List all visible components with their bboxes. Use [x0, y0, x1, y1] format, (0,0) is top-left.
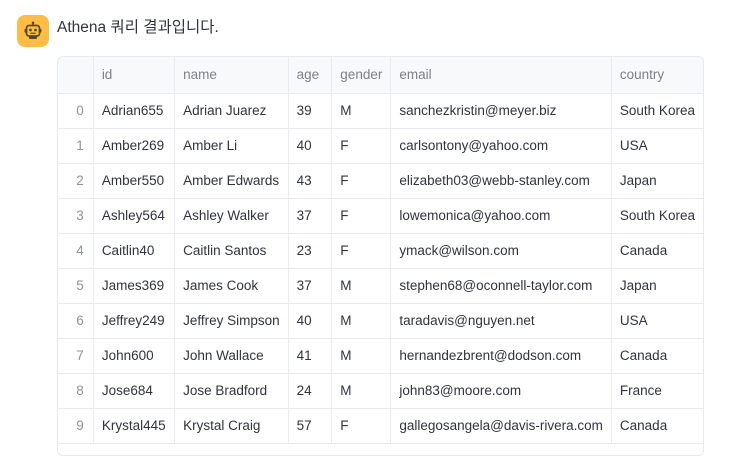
data-table: id name age gender email country 0 Adrian… [58, 57, 703, 444]
cell-id[interactable]: James369 [93, 268, 176, 304]
cell-id[interactable]: Jeffrey249 [93, 303, 176, 339]
cell-name[interactable]: Krystal Craig [174, 408, 289, 444]
assistant-avatar [17, 15, 49, 47]
table-row: 0 Adrian655 Adrian Juarez 39 Msanchezkristin… [58, 93, 703, 129]
cell-age[interactable]: 40 [288, 303, 333, 339]
cell-id[interactable]: Adrian655 [93, 93, 176, 129]
cell-country[interactable]: South Korea [611, 198, 703, 234]
cell-email[interactable]: hernandezbrent@dodson.com [390, 338, 612, 374]
cell-id[interactable]: Amber550 [93, 163, 176, 199]
cell-id[interactable]: Caitlin40 [93, 233, 176, 269]
table-row: 6 Jeffrey249 Jeffrey Simpson 40 Mtaradavis@n… [58, 303, 703, 339]
row-index-cell[interactable]: 6 [58, 303, 94, 339]
table-row: 1 Amber269 Amber Li 40 Fcarlsontony@yahoo.co… [58, 128, 703, 164]
cell-gender[interactable]: F [331, 163, 392, 199]
column-header-country[interactable]: country [611, 57, 703, 94]
cell-age[interactable]: 23 [288, 233, 333, 269]
table-row: 3 Ashley564 Ashley Walker 37 Flowemonica@yah… [58, 198, 703, 234]
cell-gender[interactable]: F [331, 233, 392, 269]
column-header-gender[interactable]: gender [331, 57, 392, 94]
cell-id[interactable]: Ashley564 [93, 198, 176, 234]
cell-name[interactable]: Jose Bradford [174, 373, 289, 409]
row-index-cell[interactable]: 9 [58, 408, 94, 444]
cell-email[interactable]: stephen68@oconnell-taylor.com [390, 268, 612, 304]
column-header-age[interactable]: age [288, 57, 333, 94]
cell-name[interactable]: Adrian Juarez [174, 93, 289, 129]
cell-country[interactable]: South Korea [611, 93, 703, 129]
cell-age[interactable]: 43 [288, 163, 333, 199]
cell-email[interactable]: john83@moore.com [390, 373, 612, 409]
cell-name[interactable]: Amber Li [174, 128, 289, 164]
cell-country[interactable]: Canada [611, 233, 703, 269]
cell-country[interactable]: Japan [611, 163, 703, 199]
cell-age[interactable]: 40 [288, 128, 333, 164]
cell-email[interactable]: ymack@wilson.com [390, 233, 612, 269]
cell-email[interactable]: elizabeth03@webb-stanley.com [390, 163, 612, 199]
cell-age[interactable]: 24 [288, 373, 333, 409]
cell-country[interactable]: USA [611, 303, 703, 339]
cell-name[interactable]: Ashley Walker [174, 198, 289, 234]
cell-country[interactable]: Canada [611, 408, 703, 444]
cell-id[interactable]: Krystal445 [93, 408, 176, 444]
table-row: 8 Jose684 Jose Bradford 24 Mjohn83@moore.com… [58, 373, 703, 409]
cell-name[interactable]: James Cook [174, 268, 289, 304]
cell-name[interactable]: Caitlin Santos [174, 233, 289, 269]
cell-email[interactable]: lowemonica@yahoo.com [390, 198, 612, 234]
column-header-id[interactable]: id [93, 57, 176, 94]
cell-age[interactable]: 37 [288, 268, 333, 304]
cell-email[interactable]: taradavis@nguyen.net [390, 303, 612, 339]
cell-age[interactable]: 37 [288, 198, 333, 234]
cell-gender[interactable]: M [331, 303, 392, 339]
cell-gender[interactable]: F [331, 408, 392, 444]
row-index-cell[interactable]: 5 [58, 268, 94, 304]
cell-name[interactable]: Jeffrey Simpson [174, 303, 289, 339]
row-index-cell[interactable]: 2 [58, 163, 94, 199]
row-index-cell[interactable]: 3 [58, 198, 94, 234]
cell-id[interactable]: Jose684 [93, 373, 176, 409]
robot-icon [24, 21, 42, 39]
cell-gender[interactable]: F [331, 128, 392, 164]
cell-name[interactable]: Amber Edwards [174, 163, 289, 199]
cell-country[interactable]: France [611, 373, 703, 409]
cell-gender[interactable]: M [331, 268, 392, 304]
table-row: 5 James369 James Cook 37 Mstephen68@oconnell… [58, 268, 703, 304]
table-row: 9 Krystal445 Krystal Craig 57 Fgallegosangel… [58, 408, 703, 444]
dataframe[interactable]: id name age gender email country 0 Adrian… [57, 56, 704, 456]
column-header-index[interactable] [58, 57, 94, 94]
row-index-cell[interactable]: 1 [58, 128, 94, 164]
cell-id[interactable]: Amber269 [93, 128, 176, 164]
column-header-email[interactable]: email [390, 57, 612, 94]
table-row: 4 Caitlin40 Caitlin Santos 23 Fymack@wilson.… [58, 233, 703, 269]
row-index-cell[interactable]: 0 [58, 93, 94, 129]
cell-country[interactable]: Japan [611, 268, 703, 304]
row-index-cell[interactable]: 7 [58, 338, 94, 374]
cell-country[interactable]: USA [611, 128, 703, 164]
table-header-row: id name age gender email country [58, 57, 703, 94]
table-row: 7 John600 John Wallace 41 Mhernandezbrent@do… [58, 338, 703, 374]
cell-age[interactable]: 39 [288, 93, 333, 129]
cell-name[interactable]: John Wallace [174, 338, 289, 374]
chat-message-text: Athena 쿼리 결과입니다. [57, 19, 219, 36]
cell-gender[interactable]: F [331, 198, 392, 234]
cell-gender[interactable]: M [331, 338, 392, 374]
table-row: 2 Amber550 Amber Edwards 43 Felizabeth03@web… [58, 163, 703, 199]
cell-email[interactable]: gallegosangela@davis-rivera.com [390, 408, 612, 444]
row-index-cell[interactable]: 4 [58, 233, 94, 269]
column-header-name[interactable]: name [174, 57, 289, 94]
cell-email[interactable]: sanchezkristin@meyer.biz [390, 93, 612, 129]
cell-email[interactable]: carlsontony@yahoo.com [390, 128, 612, 164]
cell-country[interactable]: Canada [611, 338, 703, 374]
cell-age[interactable]: 41 [288, 338, 333, 374]
cell-gender[interactable]: M [331, 373, 392, 409]
cell-id[interactable]: John600 [93, 338, 176, 374]
cell-age[interactable]: 57 [288, 408, 333, 444]
cell-gender[interactable]: M [331, 93, 392, 129]
row-index-cell[interactable]: 8 [58, 373, 94, 409]
